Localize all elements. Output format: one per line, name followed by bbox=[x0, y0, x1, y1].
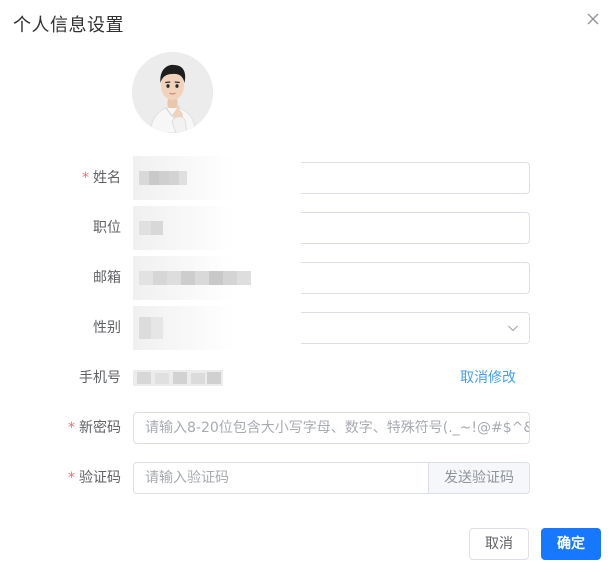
form-row-gender: 性别 bbox=[0, 306, 614, 350]
form-row-verify-code: * 验证码 请输入验证码 发送验证码 bbox=[0, 462, 614, 494]
dialog-title: 个人信息设置 bbox=[13, 15, 124, 36]
required-mark: * bbox=[82, 170, 89, 186]
required-mark: * bbox=[68, 420, 75, 436]
phone-label: 手机号 bbox=[79, 370, 121, 386]
form-row-position: 职位 bbox=[0, 206, 614, 250]
personal-info-dialog: 个人信息设置 * 姓名 职位 邮箱 性别 手机号 取消修改 * 新密码 请输入8… bbox=[0, 0, 614, 572]
cancel-edit-link[interactable]: 取消修改 bbox=[460, 362, 516, 394]
send-code-button[interactable]: 发送验证码 bbox=[428, 462, 530, 494]
verify-code-label-text: 验证码 bbox=[79, 470, 121, 486]
gender-label: 性别 bbox=[93, 320, 121, 336]
form-row-new-password: * 新密码 请输入8-20位包含大小写字母、数字、特殊符号(._~!@#$^&*) bbox=[0, 412, 614, 444]
name-label-text: 姓名 bbox=[93, 170, 121, 186]
name-label: * 姓名 bbox=[82, 162, 121, 194]
close-icon[interactable] bbox=[583, 9, 603, 29]
avatar-image bbox=[132, 52, 213, 133]
phone-mosaic bbox=[133, 370, 223, 386]
chevron-down-icon bbox=[508, 325, 518, 332]
form-row-phone: 手机号 取消修改 bbox=[0, 362, 614, 394]
new-password-label-text: 新密码 bbox=[79, 420, 121, 436]
new-password-input[interactable]: 请输入8-20位包含大小写字母、数字、特殊符号(._~!@#$^&*) bbox=[133, 412, 530, 444]
verify-code-label: * 验证码 bbox=[68, 462, 121, 494]
form-row-email: 邮箱 bbox=[0, 256, 614, 300]
verify-code-input[interactable]: 请输入验证码 bbox=[133, 462, 429, 494]
cancel-button[interactable]: 取消 bbox=[469, 528, 529, 560]
confirm-button[interactable]: 确定 bbox=[541, 528, 601, 560]
form-row-name: * 姓名 bbox=[0, 156, 614, 200]
new-password-label: * 新密码 bbox=[68, 412, 121, 444]
required-mark: * bbox=[68, 470, 75, 486]
email-mosaic bbox=[139, 271, 251, 285]
avatar[interactable] bbox=[132, 52, 213, 133]
gender-mosaic bbox=[139, 317, 163, 339]
position-mosaic bbox=[139, 221, 163, 235]
position-label: 职位 bbox=[93, 220, 121, 236]
email-label: 邮箱 bbox=[93, 270, 121, 286]
name-mosaic bbox=[139, 171, 187, 185]
